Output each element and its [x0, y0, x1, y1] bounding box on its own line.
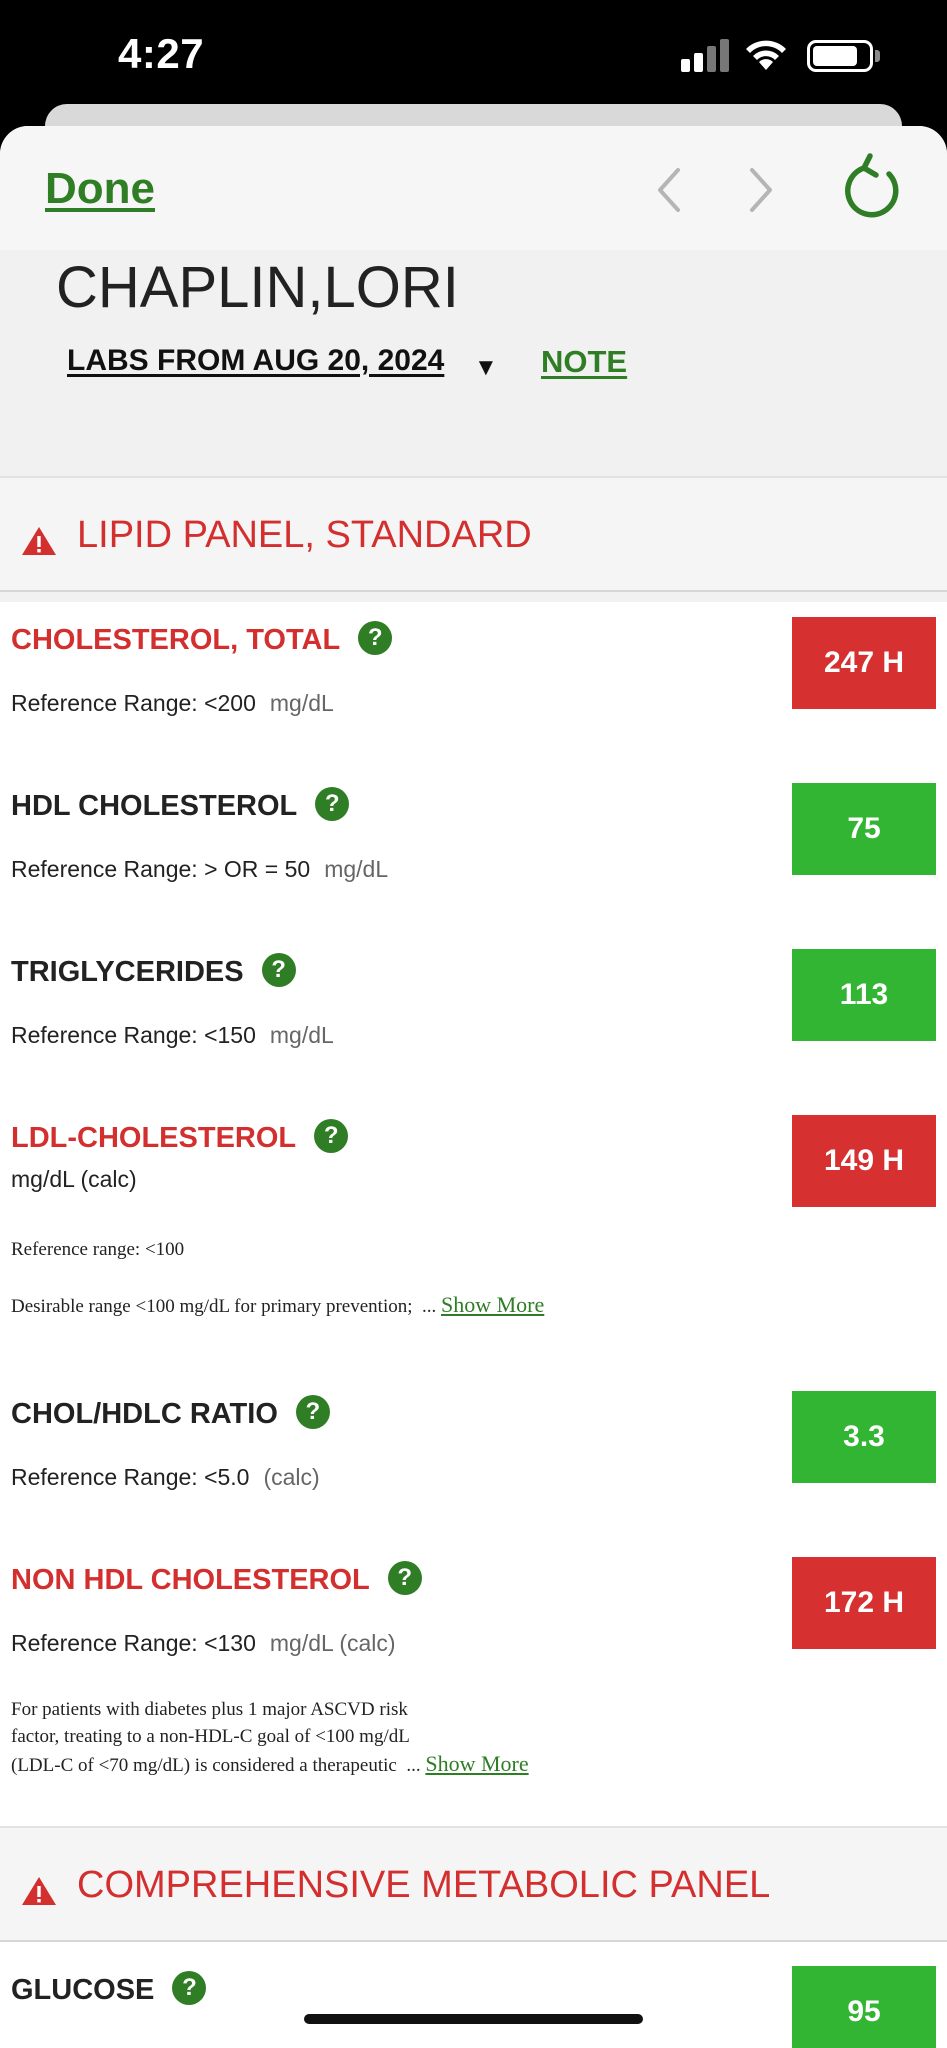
help-icon[interactable]: ? [295, 1395, 330, 1430]
lab-name: TRIGLYCERIDES? [11, 953, 296, 990]
help-icon[interactable]: ? [315, 787, 350, 822]
lab-comment: Reference range: <100 [11, 1239, 185, 1260]
lab-name: CHOL/HDLC RATIO? [11, 1395, 330, 1432]
show-more-link[interactable]: Show More [425, 1751, 528, 1776]
patient-name: CHAPLIN,LORI [56, 255, 459, 320]
refresh-icon[interactable] [840, 152, 906, 224]
lab-value-badge[interactable]: 149 H [792, 1115, 936, 1207]
labs-date-dropdown[interactable]: LABS FROM AUG 20, 2024 [67, 344, 444, 378]
help-icon[interactable]: ? [314, 1119, 349, 1154]
section-header-metabolic-panel: COMPREHENSIVE METABOLIC PANEL [0, 1826, 947, 1942]
reference-range: Reference Range: <150 mg/dL [11, 1022, 334, 1048]
battery-cap [875, 50, 880, 62]
note-link[interactable]: NOTE [541, 344, 627, 380]
nav-bar: Done [0, 126, 947, 250]
lab-value-badge[interactable]: 172 H [792, 1557, 936, 1649]
chevron-left-icon[interactable] [645, 162, 695, 218]
warning-icon [22, 527, 56, 555]
cellular-signal-icon [681, 38, 731, 72]
help-icon[interactable]: ? [261, 953, 296, 988]
lab-name: LDL-CHOLESTEROL? [11, 1119, 349, 1156]
lab-results-sheet: Done CHAPLIN,LORI LABS FROM AUG 20, 2024… [0, 126, 947, 2048]
status-time: 4:27 [118, 30, 205, 77]
section-title: LIPID PANEL, STANDARD [77, 514, 532, 556]
help-icon[interactable]: ? [387, 1561, 422, 1596]
lab-value-badge[interactable]: 247 H [792, 617, 936, 709]
lab-value-badge[interactable]: 3.3 [792, 1391, 936, 1483]
lab-name: CHOLESTEROL, TOTAL? [11, 621, 393, 658]
show-more-link[interactable]: Show More [441, 1292, 544, 1317]
help-icon[interactable]: ? [172, 1971, 207, 2006]
chevron-right-icon[interactable] [735, 162, 785, 218]
lab-value-badge[interactable]: 95 [792, 1966, 936, 2048]
wifi-icon [746, 40, 786, 70]
lab-comment: Desirable range <100 mg/dL for primary p… [11, 1292, 545, 1317]
lab-comment: For patients with diabetes plus 1 major … [11, 1699, 529, 1776]
lab-name: NON HDL CHOLESTEROL? [11, 1561, 422, 1598]
caret-down-icon[interactable]: ▼ [474, 354, 498, 382]
lab-value-badge[interactable]: 113 [792, 949, 936, 1041]
section-title: COMPREHENSIVE METABOLIC PANEL [77, 1864, 771, 1906]
reference-range: Reference Range: <130 mg/dL (calc) [11, 1630, 396, 1656]
lab-name: HDL CHOLESTEROL? [11, 787, 350, 824]
reference-range: Reference Range: <5.0 (calc) [11, 1464, 320, 1490]
section-header-lipid-panel: LIPID PANEL, STANDARD [0, 476, 947, 592]
home-indicator[interactable] [304, 2014, 643, 2024]
help-icon[interactable]: ? [358, 621, 393, 656]
battery-icon [807, 40, 873, 72]
warning-icon [22, 1877, 56, 1905]
done-button[interactable]: Done [45, 164, 155, 214]
lab-value-badge[interactable]: 75 [792, 783, 936, 875]
lab-unit: mg/dL (calc) [11, 1166, 137, 1192]
lab-name: GLUCOSE? [11, 1971, 207, 2008]
reference-range: Reference Range: > OR = 50 mg/dL [11, 856, 389, 882]
status-bar: 4:27 [0, 0, 947, 104]
reference-range: Reference Range: <200 mg/dL [11, 690, 334, 716]
